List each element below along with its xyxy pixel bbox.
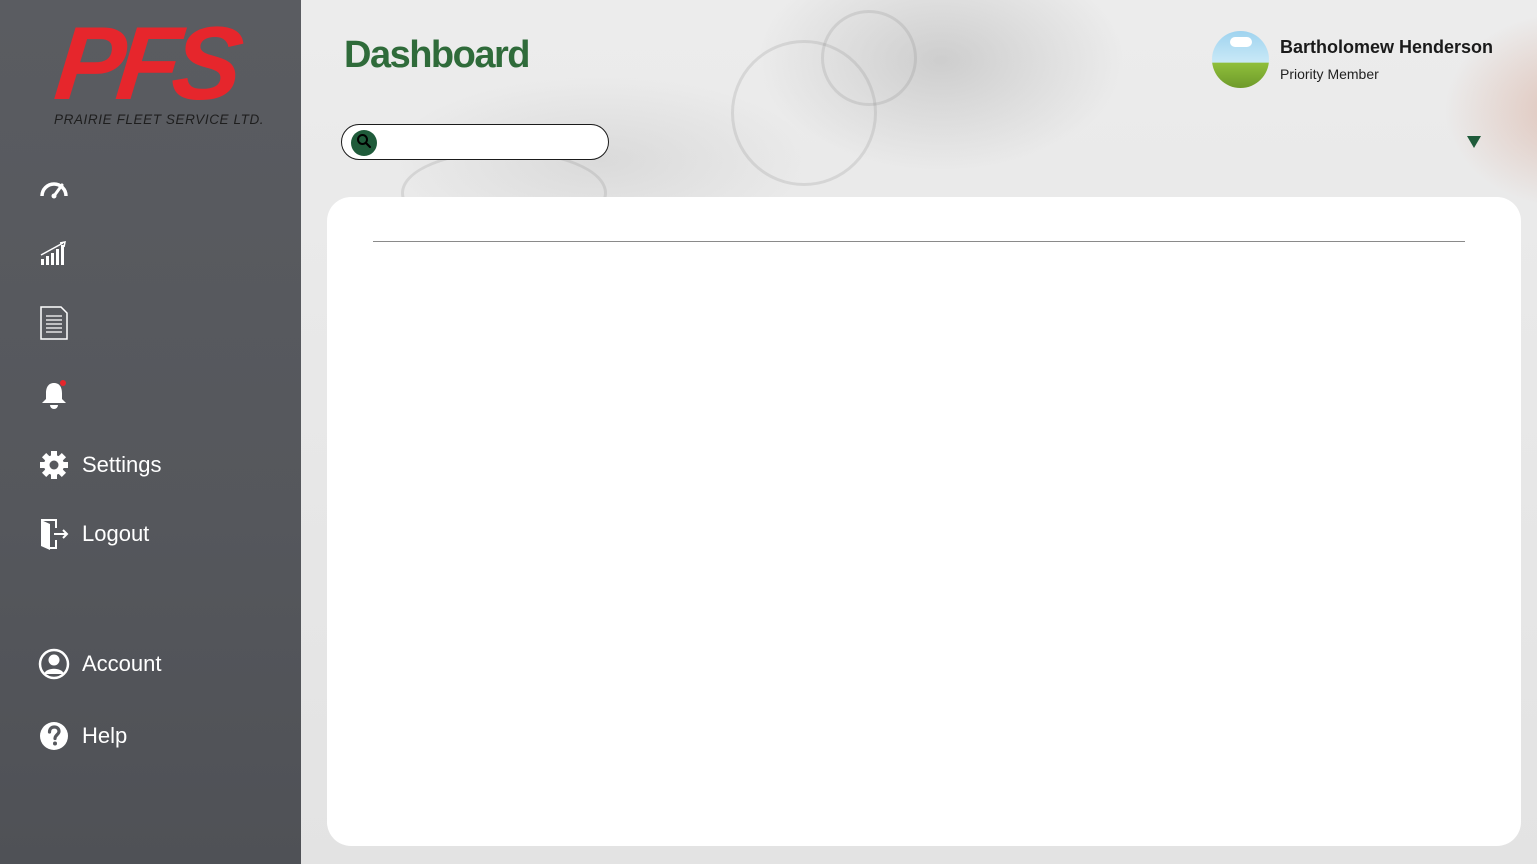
gear-icon [38,449,70,481]
search-button[interactable] [351,130,377,156]
logo-mark: PFS [49,6,241,122]
profile-dropdown-arrow-icon[interactable] [1467,136,1481,148]
sidebar-item-label: Account [82,651,162,676]
account-icon [38,648,70,680]
user-role: Priority Member [1280,66,1379,82]
sidebar-item-label: Settings [82,452,162,477]
logout-icon [38,517,70,551]
sidebar-item-notifications[interactable] [38,380,82,410]
document-icon [38,305,70,341]
help-icon [38,720,70,752]
sidebar-item-account[interactable]: Account [38,648,162,680]
avatar-cloud [1230,37,1252,47]
page-title: Dashboard [344,34,530,76]
avatar[interactable] [1212,31,1269,88]
search-input[interactable] [386,129,600,157]
sidebar-item-reports[interactable] [38,305,82,341]
sidebar: PFS PRAIRIE FLEET SERVICE LTD. Settings … [0,0,301,864]
sidebar-item-settings[interactable]: Settings [38,449,162,481]
speedometer-icon [38,174,70,202]
search-icon [356,133,372,153]
sidebar-item-dashboard[interactable] [38,174,82,202]
search-bar[interactable] [341,124,609,160]
sidebar-item-analytics[interactable] [38,240,82,268]
sidebar-item-label: Help [82,723,128,748]
bell-icon [38,380,70,410]
sidebar-item-help[interactable]: Help [38,720,127,752]
panel-divider [373,241,1465,242]
user-name: Bartholomew Henderson [1280,37,1494,57]
sidebar-item-logout[interactable]: Logout [38,517,149,551]
notification-badge [60,380,66,386]
main-content-panel [327,197,1521,846]
company-logo[interactable]: PFS PRAIRIE FLEET SERVICE LTD. [50,6,265,138]
bar-chart-icon [38,240,70,268]
sidebar-item-label: Logout [82,521,150,546]
